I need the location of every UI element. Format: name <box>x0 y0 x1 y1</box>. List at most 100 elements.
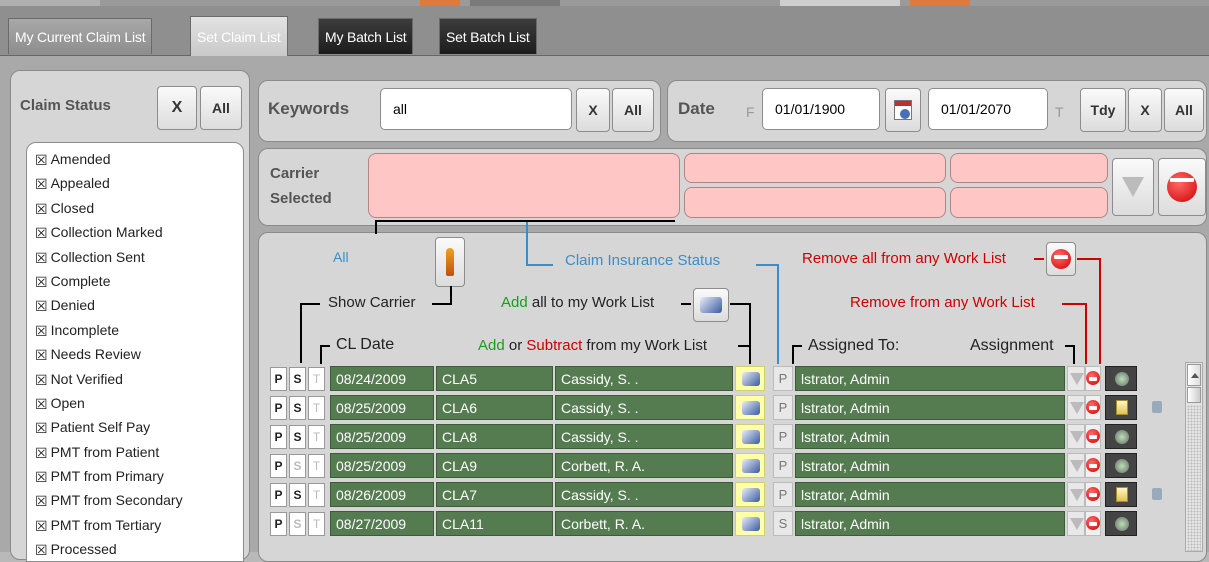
claim-id-cell[interactable]: CLA8 <box>436 424 553 449</box>
dropdown-triangle-icon <box>1070 402 1084 414</box>
notes-cell[interactable] <box>1105 424 1137 449</box>
remove-from-list-button[interactable] <box>1085 453 1101 478</box>
table-row: P S T 08/24/2009 CLA5 Cassidy, S. . P ls… <box>265 364 1185 393</box>
claim-grid: P S T 08/24/2009 CLA5 Cassidy, S. . P ls… <box>0 0 1209 552</box>
insurance-status-cell[interactable]: P <box>773 453 793 478</box>
scroll-thumb[interactable] <box>1187 387 1201 403</box>
claim-id-cell[interactable]: CLA5 <box>436 366 553 391</box>
work-list-toggle-button[interactable] <box>735 395 765 420</box>
cl-date-cell[interactable]: 08/27/2009 <box>330 511 434 536</box>
cl-date-cell[interactable]: 08/26/2009 <box>330 482 434 507</box>
remove-icon <box>1086 429 1100 443</box>
dropdown-triangle-icon <box>1070 518 1084 530</box>
notes-cell[interactable] <box>1105 511 1137 536</box>
insurance-status-cell[interactable]: P <box>773 395 793 420</box>
remove-from-list-button[interactable] <box>1085 366 1101 391</box>
audio-cell[interactable] <box>1139 395 1179 420</box>
notes-cell[interactable] <box>1105 366 1137 391</box>
speaker-icon <box>1152 488 1162 500</box>
insurance-status-cell[interactable]: P <box>773 482 793 507</box>
assignment-dropdown-button[interactable] <box>1067 424 1085 449</box>
insurance-status-cell[interactable]: P <box>773 366 793 391</box>
scroll-track <box>1187 405 1201 551</box>
secondary-button[interactable]: S <box>289 396 306 420</box>
work-list-toggle-button[interactable] <box>735 366 765 391</box>
attachment-cell[interactable] <box>1105 395 1137 420</box>
table-row: P S T 08/25/2009 CLA8 Cassidy, S. . P ls… <box>265 422 1185 451</box>
assignment-dropdown-button[interactable] <box>1067 511 1085 536</box>
document-icon <box>1116 487 1128 502</box>
remove-icon <box>1086 371 1100 385</box>
primary-button[interactable]: P <box>270 367 287 391</box>
assigned-to-cell[interactable]: lstrator, Admin <box>795 366 1065 391</box>
tertiary-button[interactable]: T <box>308 483 325 507</box>
secondary-button[interactable]: S <box>289 425 306 449</box>
tertiary-button[interactable]: T <box>308 454 325 478</box>
assigned-to-cell[interactable]: lstrator, Admin <box>795 424 1065 449</box>
audio-cell[interactable] <box>1139 482 1179 507</box>
attachment-cell[interactable] <box>1105 482 1137 507</box>
scroll-up-button[interactable] <box>1187 364 1201 386</box>
remove-icon <box>1086 400 1100 414</box>
claim-id-cell[interactable]: CLA6 <box>436 395 553 420</box>
assignment-dropdown-button[interactable] <box>1067 395 1085 420</box>
primary-button[interactable]: P <box>270 425 287 449</box>
stapler-icon <box>742 430 760 444</box>
table-row: P S T 08/26/2009 CLA7 Cassidy, S. . P ls… <box>265 480 1185 509</box>
cl-date-cell[interactable]: 08/25/2009 <box>330 395 434 420</box>
claim-id-cell[interactable]: CLA7 <box>436 482 553 507</box>
cl-date-cell[interactable]: 08/25/2009 <box>330 424 434 449</box>
work-list-toggle-button[interactable] <box>735 482 765 507</box>
work-list-toggle-button[interactable] <box>735 424 765 449</box>
secondary-button[interactable]: S <box>289 512 306 536</box>
dropdown-triangle-icon <box>1070 431 1084 443</box>
pencil-icon <box>1115 517 1129 531</box>
assigned-to-cell[interactable]: lstrator, Admin <box>795 453 1065 478</box>
remove-from-list-button[interactable] <box>1085 511 1101 536</box>
assigned-to-cell[interactable]: lstrator, Admin <box>795 482 1065 507</box>
patient-name-cell[interactable]: Corbett, R. A. <box>555 511 733 536</box>
insurance-status-cell[interactable]: P <box>773 424 793 449</box>
secondary-button[interactable]: S <box>289 483 306 507</box>
assigned-to-cell[interactable]: lstrator, Admin <box>795 511 1065 536</box>
remove-icon <box>1086 458 1100 472</box>
notes-cell[interactable] <box>1105 453 1137 478</box>
pencil-icon <box>1115 459 1129 473</box>
tertiary-button[interactable]: T <box>308 367 325 391</box>
assigned-to-cell[interactable]: lstrator, Admin <box>795 395 1065 420</box>
patient-name-cell[interactable]: Cassidy, S. . <box>555 366 733 391</box>
remove-from-list-button[interactable] <box>1085 482 1101 507</box>
cl-date-cell[interactable]: 08/24/2009 <box>330 366 434 391</box>
cl-date-cell[interactable]: 08/25/2009 <box>330 453 434 478</box>
work-list-toggle-button[interactable] <box>735 511 765 536</box>
secondary-button[interactable]: S <box>289 367 306 391</box>
primary-button[interactable]: P <box>270 483 287 507</box>
grid-scrollbar[interactable] <box>1185 362 1203 552</box>
stapler-icon <box>742 401 760 415</box>
primary-button[interactable]: P <box>270 512 287 536</box>
tertiary-button[interactable]: T <box>308 512 325 536</box>
remove-from-list-button[interactable] <box>1085 424 1101 449</box>
primary-button[interactable]: P <box>270 396 287 420</box>
insurance-status-cell[interactable]: S <box>773 511 793 536</box>
tertiary-button[interactable]: T <box>308 396 325 420</box>
pencil-icon <box>1115 430 1129 444</box>
assignment-dropdown-button[interactable] <box>1067 453 1085 478</box>
stapler-icon <box>742 372 760 386</box>
dropdown-triangle-icon <box>1070 489 1084 501</box>
remove-from-list-button[interactable] <box>1085 395 1101 420</box>
table-row: P S T 08/25/2009 CLA9 Corbett, R. A. P l… <box>265 451 1185 480</box>
patient-name-cell[interactable]: Cassidy, S. . <box>555 482 733 507</box>
claim-id-cell[interactable]: CLA11 <box>436 511 553 536</box>
tertiary-button[interactable]: T <box>308 425 325 449</box>
patient-name-cell[interactable]: Cassidy, S. . <box>555 424 733 449</box>
assignment-dropdown-button[interactable] <box>1067 366 1085 391</box>
assignment-dropdown-button[interactable] <box>1067 482 1085 507</box>
remove-icon <box>1086 487 1100 501</box>
primary-button[interactable]: P <box>270 454 287 478</box>
secondary-button[interactable]: S <box>289 454 306 478</box>
work-list-toggle-button[interactable] <box>735 453 765 478</box>
patient-name-cell[interactable]: Corbett, R. A. <box>555 453 733 478</box>
claim-id-cell[interactable]: CLA9 <box>436 453 553 478</box>
patient-name-cell[interactable]: Cassidy, S. . <box>555 395 733 420</box>
